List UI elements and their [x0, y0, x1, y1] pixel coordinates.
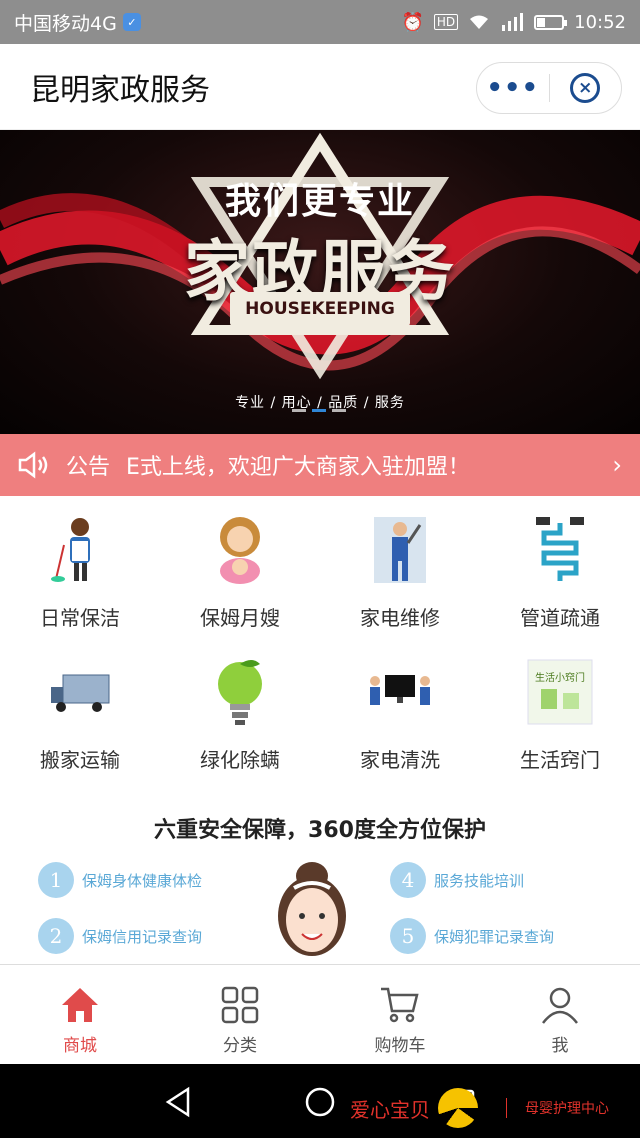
tab-label: 我 [551, 1036, 569, 1056]
category-label: 管道疏通 [520, 606, 600, 630]
chevron-right-icon: › [612, 451, 622, 479]
watermark-right: 母婴护理中心 [506, 1098, 609, 1118]
battery-icon [534, 14, 568, 30]
category-label: 绿化除螨 [200, 748, 280, 772]
svg-text:生活小窍门: 生活小窍门 [535, 671, 585, 684]
carrier-label: 中国移动4G [14, 12, 117, 35]
shield-icon: ✓ [122, 13, 141, 31]
category-cleaning[interactable]: 日常保洁 [0, 506, 160, 648]
category-nanny[interactable]: 保姆月嫂 [160, 506, 320, 648]
category-pipe[interactable]: 管道疏通 [480, 506, 640, 648]
category-appliance-repair[interactable]: 家电维修 [320, 506, 480, 648]
category-label: 生活窍门 [520, 748, 600, 772]
category-label: 日常保洁 [40, 606, 120, 630]
user-icon [542, 987, 578, 1024]
status-bar: 中国移动4G ✓ ⏰ HD 10:52 [0, 0, 640, 44]
miniapp-capsule: ••• × [476, 62, 622, 114]
status-right: ⏰ HD 10:52 [401, 12, 626, 33]
carousel-dots [292, 409, 346, 412]
notice-label: 公告 [66, 455, 111, 480]
category-label: 保姆月嫂 [200, 606, 280, 630]
truck-icon [44, 656, 116, 728]
more-button[interactable]: ••• [477, 73, 549, 103]
category-label: 家电清洗 [360, 748, 440, 772]
category-moving[interactable]: 搬家运输 [0, 648, 160, 790]
category-grid: 日常保洁 保姆月嫂 家电维修 管道疏通 搬家运输 绿化除螨 家电清洗 生活小窍门… [0, 506, 640, 790]
banner-tagline: 我们更专业 [224, 181, 415, 222]
home-circle-icon[interactable] [304, 1086, 336, 1118]
alarm-icon: ⏰ [401, 11, 424, 33]
cart-icon [381, 987, 419, 1023]
banner-english: HOUSEKEEPING [230, 292, 410, 326]
safety-number: 4 [390, 862, 426, 898]
speaker-icon [18, 451, 48, 479]
tab-cart[interactable]: 购物车 [320, 965, 480, 1064]
safety-section: 六重安全保障，360度全方位保护 1 保姆身体健康体检 2 保姆信用记录查询 4… [0, 800, 640, 964]
category-appliance-cleaning[interactable]: 家电清洗 [320, 648, 480, 790]
hd-icon: HD [433, 14, 459, 30]
clock: 10:52 [574, 11, 626, 33]
tab-label: 分类 [223, 1036, 257, 1056]
nanny-icon [204, 514, 276, 586]
safety-text: 保姆身体健康体检 [82, 871, 203, 890]
safety-title: 六重安全保障，360度全方位保护 [154, 818, 486, 843]
watermark-left: 爱心宝贝 [350, 1097, 430, 1122]
tab-bar: 商城 分类 购物车 我 [0, 964, 640, 1064]
safety-number: 5 [390, 918, 426, 954]
notice-bar[interactable]: 公告 E式上线，欢迎广大商家入驻加盟！ › [0, 434, 640, 496]
pipe-icon [524, 514, 596, 586]
notice-text: E式上线，欢迎广大商家入驻加盟！ [126, 455, 470, 480]
safety-item: 5 保姆犯罪记录查询 [390, 918, 554, 954]
life-tips-icon: 生活小窍门 [524, 656, 596, 728]
title-bar: 昆明家政服务 ••• × [0, 44, 640, 130]
tab-me[interactable]: 我 [480, 965, 640, 1064]
safety-number: 1 [38, 862, 74, 898]
home-icon [62, 988, 98, 1022]
carrier: 中国移动4G ✓ [14, 9, 141, 36]
back-icon[interactable] [164, 1086, 192, 1118]
safety-text: 保姆信用记录查询 [82, 927, 203, 946]
page-title: 昆明家政服务 [30, 72, 210, 108]
safety-text: 保姆犯罪记录查询 [434, 927, 555, 946]
green-bulb-icon [204, 656, 276, 728]
promo-banner[interactable]: 我们更专业 家政服务 HOUSEKEEPING 专业 / 用心 / 品质 / 服… [0, 130, 640, 434]
carousel-dot-active [312, 409, 326, 412]
tab-label: 购物车 [374, 1036, 426, 1056]
category-life-tips[interactable]: 生活小窍门 生活窍门 [480, 648, 640, 790]
tab-category[interactable]: 分类 [160, 965, 320, 1064]
carousel-dot [332, 409, 346, 412]
category-label: 家电维修 [360, 606, 440, 630]
safety-item: 4 服务技能培训 [390, 862, 524, 898]
repair-worker-icon [364, 514, 436, 586]
grid-icon [221, 986, 259, 1024]
cleaning-icon [44, 514, 116, 586]
watermark: 爱心宝贝 母婴护理中心 [350, 1088, 609, 1128]
tab-label: 商城 [63, 1036, 97, 1056]
wifi-icon [470, 15, 489, 29]
tv-cleaning-icon [364, 656, 436, 728]
carousel-dot [292, 409, 306, 412]
category-label: 搬家运输 [40, 748, 120, 772]
close-button[interactable]: × [550, 73, 622, 103]
nanny-illustration [278, 862, 346, 956]
tab-mall[interactable]: 商城 [0, 965, 160, 1064]
close-icon: × [570, 73, 601, 103]
safety-item: 1 保姆身体健康体检 [38, 862, 202, 898]
signal-icon [502, 13, 524, 31]
category-greening[interactable]: 绿化除螨 [160, 648, 320, 790]
watermark-logo-icon [438, 1088, 478, 1128]
safety-text: 服务技能培训 [434, 871, 525, 890]
safety-number: 2 [38, 918, 74, 954]
safety-item: 2 保姆信用记录查询 [38, 918, 202, 954]
